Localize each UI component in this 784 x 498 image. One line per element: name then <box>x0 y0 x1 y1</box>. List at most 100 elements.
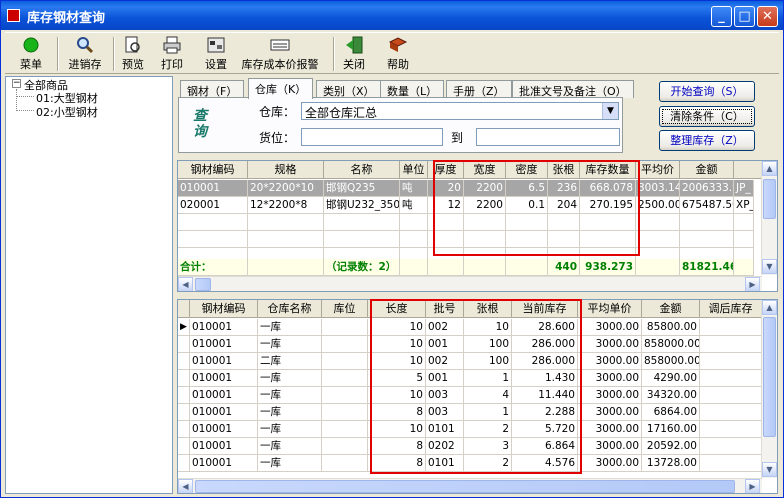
table-cell: 2 <box>464 455 512 472</box>
table-cell <box>178 421 190 438</box>
scroll-left-icon[interactable]: ◀ <box>178 479 193 493</box>
column-header[interactable]: 平均单价 <box>578 300 642 318</box>
exit-door-icon <box>346 36 363 54</box>
column-header[interactable]: 当前库存 <box>512 300 578 318</box>
table-cell: 010001 <box>190 404 258 421</box>
table-cell: 003 <box>426 404 464 421</box>
scroll-up-icon[interactable]: ▲ <box>762 300 777 315</box>
column-header[interactable]: 张根 <box>548 161 580 179</box>
inventory-button[interactable]: 进销存 <box>63 36 107 72</box>
print-button[interactable]: 打印 <box>153 36 191 72</box>
scroll-up-icon[interactable]: ▲ <box>762 161 777 176</box>
table-cell <box>700 319 762 336</box>
vertical-scrollbar[interactable]: ▲ ▼ <box>761 300 777 478</box>
summary-cell <box>636 259 680 276</box>
table-cell <box>322 387 368 404</box>
column-header[interactable]: 张根 <box>464 300 512 318</box>
tab-category[interactable]: 类别（X） <box>316 80 382 98</box>
column-header[interactable]: 单位 <box>400 161 428 179</box>
column-header[interactable]: 金额 <box>642 300 700 318</box>
column-header[interactable]: 厚度 <box>428 161 464 179</box>
table-cell: 100 <box>464 336 512 353</box>
table-cell <box>700 404 762 421</box>
printer-icon <box>163 36 181 54</box>
tab-steel[interactable]: 钢材（F） <box>180 80 245 98</box>
column-header[interactable]: 规格 <box>248 161 324 179</box>
preview-label: 预览 <box>122 58 144 71</box>
start-query-button[interactable]: 开始查询（S） <box>659 81 755 102</box>
exit-button[interactable]: 关闭 <box>339 36 369 72</box>
column-header[interactable]: 库位 <box>322 300 368 318</box>
toolbar: 菜单 进销存 预览 打印 设置 库存成本价报警 关闭 帮助 <box>5 32 779 74</box>
scroll-thumb[interactable] <box>763 317 776 437</box>
column-header[interactable]: 仓库名称 <box>258 300 322 318</box>
column-header[interactable]: 调后库存 <box>700 300 762 318</box>
column-header[interactable]: 库存数量 <box>580 161 636 179</box>
position-from-input[interactable] <box>301 128 443 146</box>
tab-manual[interactable]: 手册（Z） <box>446 80 512 98</box>
column-header[interactable]: 平均价 <box>636 161 680 179</box>
column-header[interactable]: 钢材编码 <box>178 161 248 179</box>
tab-quantity[interactable]: 数量（L） <box>380 80 445 98</box>
help-button[interactable]: 帮助 <box>383 36 413 72</box>
tab-approval[interactable]: 批准文号及备注（O） <box>512 80 634 98</box>
column-header[interactable]: 批号 <box>426 300 464 318</box>
settings-button[interactable]: 设置 <box>201 36 231 72</box>
table-cell <box>700 370 762 387</box>
column-header[interactable]: 密度 <box>506 161 548 179</box>
scroll-thumb[interactable] <box>195 278 211 291</box>
detail-grid[interactable]: 钢材编码 仓库名称 库位 长度 批号 张根 当前库存 平均单价 金额 调后库存 ▶ 010001 一库 1… <box>177 299 778 494</box>
column-header[interactable] <box>178 300 190 318</box>
scroll-left-icon[interactable]: ◀ <box>178 277 193 291</box>
table-cell: 一库 <box>258 370 322 387</box>
warehouse-select[interactable]: 全部仓库汇总 ▼ <box>301 102 619 120</box>
table-cell <box>178 404 190 421</box>
scroll-down-icon[interactable]: ▼ <box>762 259 777 274</box>
table-cell: 2.288 <box>512 404 578 421</box>
table-cell: 一库 <box>258 404 322 421</box>
menu-button[interactable]: 菜单 <box>13 36 49 72</box>
table-cell: 一库 <box>258 336 322 353</box>
cost-alarm-button[interactable]: 库存成本价报警 <box>237 36 323 72</box>
table-cell: 1 <box>464 370 512 387</box>
table-cell: 28.600 <box>512 319 578 336</box>
column-header[interactable]: 金额 <box>680 161 734 179</box>
tab-warehouse[interactable]: 仓库（K） <box>248 78 314 99</box>
scroll-thumb[interactable] <box>763 179 776 219</box>
vertical-scrollbar[interactable]: ▲ ▼ <box>761 161 777 275</box>
scroll-right-icon[interactable]: ▶ <box>745 479 760 493</box>
preview-button[interactable]: 预览 <box>118 36 148 72</box>
clear-conditions-button[interactable]: 清除条件（C） <box>659 106 755 127</box>
table-cell: 4290.00 <box>642 370 700 387</box>
table-cell: 邯钢Q235 <box>324 180 400 197</box>
preview-icon <box>125 36 140 53</box>
title-bar[interactable]: 库存钢材查询 _ □ ✕ <box>1 1 783 30</box>
table-cell: 2006333.96 <box>680 180 734 197</box>
table-cell <box>700 421 762 438</box>
column-header[interactable]: 长度 <box>368 300 426 318</box>
table-cell: 001 <box>426 370 464 387</box>
horizontal-scrollbar[interactable]: ◀ ▶ <box>178 478 762 493</box>
minimize-button[interactable]: _ <box>711 6 732 27</box>
position-to-input[interactable] <box>476 128 620 146</box>
summary-grid[interactable]: 钢材编码 规格 名称 单位 厚度 宽度 密度 张根 库存数量 平均价 金额 010001 20*2200… <box>177 160 778 292</box>
column-header[interactable]: 宽度 <box>464 161 506 179</box>
scroll-thumb[interactable] <box>195 480 735 493</box>
close-window-button[interactable]: ✕ <box>757 6 778 27</box>
table-cell <box>322 438 368 455</box>
summary-cell: （记录数：2） <box>324 259 400 276</box>
organize-stock-button[interactable]: 整理库存（Z） <box>659 130 755 151</box>
warehouse-value: 全部仓库汇总 <box>305 106 378 120</box>
table-cell: JP_ <box>734 180 754 197</box>
scroll-down-icon[interactable]: ▼ <box>762 462 777 477</box>
table-cell <box>322 370 368 387</box>
horizontal-scrollbar[interactable]: ◀ ▶ <box>178 276 762 291</box>
tree-collapse-toggle[interactable]: − <box>12 79 21 88</box>
tree-item-small-steel[interactable]: 02:小型钢材 <box>36 104 98 120</box>
scroll-right-icon[interactable]: ▶ <box>745 277 760 291</box>
column-header[interactable]: 钢材编码 <box>190 300 258 318</box>
column-header[interactable]: 名称 <box>324 161 400 179</box>
chevron-down-icon[interactable]: ▼ <box>602 103 618 119</box>
table-cell: 吨 <box>400 180 428 197</box>
maximize-button[interactable]: □ <box>734 6 755 27</box>
